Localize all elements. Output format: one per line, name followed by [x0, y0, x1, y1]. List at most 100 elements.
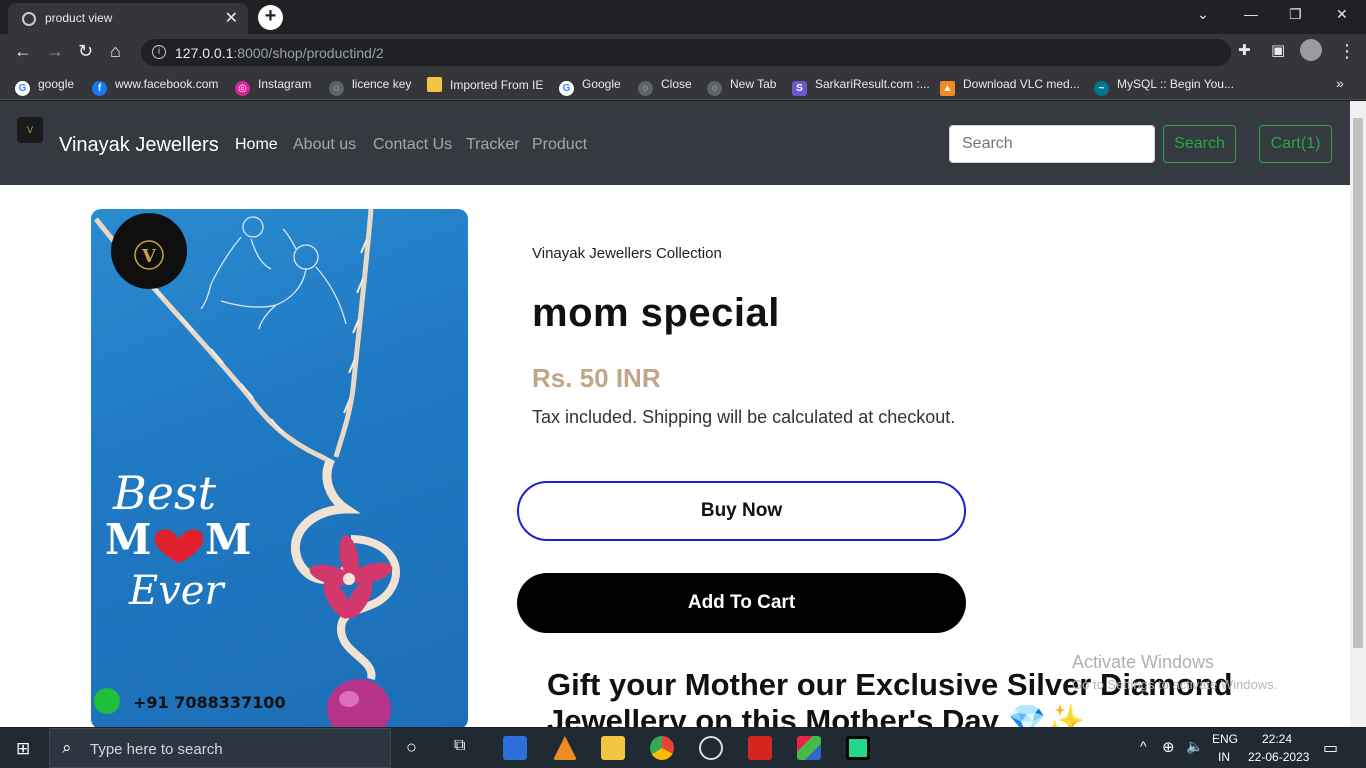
- phone-number: +91 7088337100: [133, 693, 286, 712]
- activate-windows-subtitle: Go to Settings to activate Windows.: [1072, 677, 1278, 692]
- browser-tab-strip: product view ✕ + ⌄ — ❐ ✕: [0, 0, 1366, 34]
- bookmark-google-2[interactable]: G Google: [559, 77, 621, 96]
- close-tab-icon[interactable]: ✕: [225, 8, 238, 28]
- search-input[interactable]: [949, 125, 1155, 163]
- chatgpt-icon[interactable]: [699, 736, 723, 760]
- best-text: Best: [112, 466, 217, 520]
- vlc-icon[interactable]: [553, 736, 577, 760]
- browser-tab[interactable]: product view ✕: [8, 3, 248, 34]
- globe-icon: [22, 12, 36, 26]
- add-to-cart-button[interactable]: Add To Cart: [517, 573, 966, 633]
- task-view-icon[interactable]: ⧉: [454, 737, 465, 755]
- nav-link-contact[interactable]: Contact Us: [373, 136, 452, 154]
- nav-link-tracker[interactable]: Tracker: [466, 136, 520, 154]
- taskbar-search-box[interactable]: ⌕ Type here to search: [49, 728, 391, 768]
- buy-now-button[interactable]: Buy Now: [517, 481, 966, 541]
- windows-start-icon[interactable]: ⊞: [16, 739, 30, 759]
- pycharm-icon[interactable]: [846, 736, 870, 760]
- profile-avatar[interactable]: [1300, 39, 1322, 61]
- brand-name[interactable]: Vinayak Jewellers: [59, 134, 219, 157]
- activate-windows-title: Activate Windows: [1072, 652, 1215, 672]
- home-icon[interactable]: ⌂: [110, 41, 121, 62]
- notifications-icon[interactable]: ▭: [1323, 738, 1338, 758]
- extensions-icon[interactable]: ✚: [1238, 41, 1251, 59]
- tax-note: Tax included. Shipping will be calculate…: [532, 407, 956, 427]
- more-bookmarks-icon[interactable]: »: [1336, 75, 1344, 91]
- globe-icon: ◌: [707, 81, 722, 96]
- bookmark-sarkari-result[interactable]: S SarkariResult.com :...: [792, 77, 930, 96]
- bookmark-close[interactable]: ◌ Close: [638, 77, 692, 96]
- chevron-down-icon[interactable]: ⌄: [1197, 6, 1209, 23]
- bookmark-vlc[interactable]: ▲ Download VLC med...: [940, 77, 1080, 96]
- chevron-up-icon[interactable]: ^: [1140, 738, 1147, 754]
- bookmark-instagram[interactable]: ◎ Instagram: [235, 77, 311, 96]
- region-indicator[interactable]: IN: [1218, 750, 1230, 764]
- pendant: [290, 456, 400, 727]
- phone-icon: [94, 688, 120, 714]
- svg-text:V: V: [141, 246, 157, 267]
- scrollbar-thumb[interactable]: [1353, 118, 1363, 648]
- svg-text:M: M: [205, 515, 252, 564]
- address-bar[interactable]: i 127.0.0.1:8000/shop/productind/2: [141, 39, 1231, 66]
- menu-dots-icon[interactable]: ⋮: [1338, 41, 1356, 62]
- ever-text: Ever: [128, 568, 226, 614]
- page-viewport: V Vinayak Jewellers Home About us Contac…: [0, 101, 1350, 727]
- back-icon[interactable]: ←: [14, 41, 32, 62]
- acrobat-icon[interactable]: [748, 736, 772, 760]
- bookmarks-bar: Ggoogle f www.facebook.com ◎ Instagram ◌ li…: [0, 70, 1366, 100]
- minimize-icon[interactable]: —: [1244, 6, 1258, 22]
- cart-button[interactable]: Cart(1): [1259, 125, 1332, 163]
- windows-taskbar: ⊞ ⌕ Type here to search ○ ⧉ ^ ⊕ 🔈 ENG IN…: [0, 728, 1366, 768]
- new-tab-button[interactable]: +: [258, 5, 283, 30]
- mother-baby-line-art: [200, 216, 347, 330]
- clock-time[interactable]: 22:24: [1262, 732, 1292, 746]
- bookmark-licence-key[interactable]: ◌ licence key: [329, 77, 411, 96]
- reload-icon[interactable]: ↻: [78, 41, 93, 62]
- brand-logo[interactable]: V: [17, 117, 43, 143]
- bookmark-new-tab[interactable]: ◌ New Tab: [707, 77, 776, 96]
- globe-icon: ◌: [638, 81, 653, 96]
- side-panel-icon[interactable]: ▣: [1271, 41, 1285, 59]
- instagram-icon: ◎: [235, 81, 250, 96]
- site-navbar: V Vinayak Jewellers Home About us Contac…: [0, 101, 1350, 185]
- mysql-dolphin-icon: ~: [1094, 81, 1109, 96]
- tab-title: product view: [45, 11, 113, 25]
- folder-icon: [427, 77, 442, 92]
- globe-icon: ◌: [329, 81, 344, 96]
- heart-icon: [154, 529, 204, 563]
- bookmark-mysql[interactable]: ~ MySQL :: Begin You...: [1094, 77, 1234, 96]
- restore-icon[interactable]: ❐: [1289, 6, 1302, 23]
- product-description: Gift your Mother our Exclusive Silver Di…: [547, 667, 1233, 727]
- forward-icon[interactable]: →: [46, 41, 64, 62]
- network-globe-icon[interactable]: ⊕: [1162, 738, 1175, 756]
- product-price: Rs. 50 INR: [532, 363, 661, 393]
- vlc-cone-icon: ▲: [940, 81, 955, 96]
- clock-date[interactable]: 22-06-2023: [1248, 750, 1309, 764]
- collection-label: Vinayak Jewellers Collection: [532, 245, 722, 262]
- chrome-icon[interactable]: [650, 736, 674, 760]
- nav-link-home[interactable]: Home: [235, 136, 278, 154]
- mom-text: M: [105, 515, 152, 564]
- bookmark-facebook[interactable]: f www.facebook.com: [92, 77, 218, 96]
- file-explorer-icon[interactable]: [601, 736, 625, 760]
- site-info-icon[interactable]: i: [152, 45, 166, 59]
- nav-link-product[interactable]: Product: [532, 136, 587, 154]
- nav-link-about[interactable]: About us: [293, 136, 356, 154]
- sarkari-icon: S: [792, 81, 807, 96]
- search-button[interactable]: Search: [1163, 125, 1236, 163]
- language-indicator[interactable]: ENG: [1212, 732, 1238, 746]
- bookmark-google[interactable]: Ggoogle: [15, 77, 74, 96]
- close-window-icon[interactable]: ✕: [1336, 6, 1348, 23]
- facebook-icon: f: [92, 81, 107, 96]
- taskbar-search-placeholder: Type here to search: [90, 741, 223, 758]
- product-title: mom special: [532, 291, 780, 335]
- search-icon: ⌕: [62, 738, 72, 757]
- google-icon: G: [559, 81, 574, 96]
- volume-icon[interactable]: 🔈: [1186, 738, 1203, 755]
- bookmark-imported-from-ie[interactable]: Imported From IE: [427, 77, 543, 92]
- google-icon: G: [15, 81, 30, 96]
- product-image: V Best M M Ever +91 7088337100: [91, 209, 468, 727]
- microsoft-store-icon[interactable]: [503, 736, 527, 760]
- bluestacks-icon[interactable]: [797, 736, 821, 760]
- cortana-icon[interactable]: ○: [406, 737, 417, 758]
